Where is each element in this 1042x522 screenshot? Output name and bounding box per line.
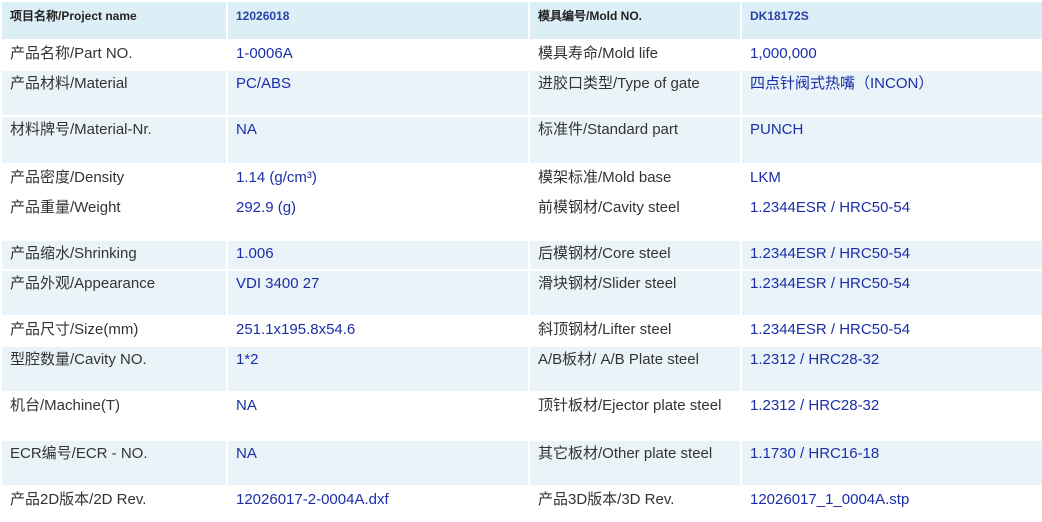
mold-spec-table: 项目名称/Project name 12026018 模具编号/Mold NO.…	[0, 0, 1042, 513]
weight-value: 292.9 (g)	[228, 195, 528, 239]
table-row: 产品缩水/Shrinking 1.006 后模钢材/Core steel 1.2…	[2, 241, 1042, 269]
mold-life-value: 1,000,000	[742, 41, 1042, 69]
table-row: 机台/Machine(T) NA 顶针板材/Ejector plate stee…	[2, 393, 1042, 439]
table-row: 产品重量/Weight 292.9 (g) 前模钢材/Cavity steel …	[2, 195, 1042, 239]
shrinking-value: 1.006	[228, 241, 528, 269]
size-value: 251.1x195.8x54.6	[228, 317, 528, 345]
cavity-steel-value: 1.2344ESR / HRC50-54	[742, 195, 1042, 239]
rev-2d-label: 产品2D版本/2D Rev.	[2, 487, 226, 511]
rev-3d-label: 产品3D版本/3D Rev.	[530, 487, 740, 511]
table-row: ECR编号/ECR - NO. NA 其它板材/Other plate stee…	[2, 441, 1042, 485]
gate-type-label: 进胶口类型/Type of gate	[530, 71, 740, 115]
appearance-value: VDI 3400 27	[228, 271, 528, 315]
table-header-row: 项目名称/Project name 12026018 模具编号/Mold NO.…	[2, 2, 1042, 39]
standard-part-value: PUNCH	[742, 117, 1042, 163]
mold-no-label: 模具编号/Mold NO.	[530, 2, 740, 39]
slider-steel-label: 滑块钢材/Slider steel	[530, 271, 740, 315]
ecr-no-value: NA	[228, 441, 528, 485]
part-no-label: 产品名称/Part NO.	[2, 41, 226, 69]
ejector-plate-steel-value: 1.2312 / HRC28-32	[742, 393, 1042, 439]
material-label: 产品材料/Material	[2, 71, 226, 115]
rev-2d-value: 12026017-2-0004A.dxf	[228, 487, 528, 511]
standard-part-label: 标准件/Standard part	[530, 117, 740, 163]
table-row: 产品名称/Part NO. 1-0006A 模具寿命/Mold life 1,0…	[2, 41, 1042, 69]
gate-type-value: 四点针阀式热嘴（INCON）	[742, 71, 1042, 115]
machine-value: NA	[228, 393, 528, 439]
table-row: 产品外观/Appearance VDI 3400 27 滑块钢材/Slider …	[2, 271, 1042, 315]
material-value: PC/ABS	[228, 71, 528, 115]
density-value: 1.14 (g/cm³)	[228, 165, 528, 193]
table-row: 型腔数量/Cavity NO. 1*2 A/B板材/ A/B Plate ste…	[2, 347, 1042, 391]
table-row: 材料牌号/Material-Nr. NA 标准件/Standard part P…	[2, 117, 1042, 163]
lifter-steel-label: 斜顶钢材/Lifter steel	[530, 317, 740, 345]
rev-3d-value: 12026017_1_0004A.stp	[742, 487, 1042, 511]
weight-label: 产品重量/Weight	[2, 195, 226, 239]
density-label: 产品密度/Density	[2, 165, 226, 193]
ecr-no-label: ECR编号/ECR - NO.	[2, 441, 226, 485]
table-row: 产品密度/Density 1.14 (g/cm³) 模架标准/Mold base…	[2, 165, 1042, 193]
mold-no-value: DK18172S	[742, 2, 1042, 39]
table-row: 产品2D版本/2D Rev. 12026017-2-0004A.dxf 产品3D…	[2, 487, 1042, 511]
ab-plate-steel-label: A/B板材/ A/B Plate steel	[530, 347, 740, 391]
part-no-value: 1-0006A	[228, 41, 528, 69]
cavity-steel-label: 前模钢材/Cavity steel	[530, 195, 740, 239]
cavity-no-label: 型腔数量/Cavity NO.	[2, 347, 226, 391]
ab-plate-steel-value: 1.2312 / HRC28-32	[742, 347, 1042, 391]
other-plate-steel-label: 其它板材/Other plate steel	[530, 441, 740, 485]
appearance-label: 产品外观/Appearance	[2, 271, 226, 315]
machine-label: 机台/Machine(T)	[2, 393, 226, 439]
project-name-value: 12026018	[228, 2, 528, 39]
material-nr-value: NA	[228, 117, 528, 163]
mold-base-value: LKM	[742, 165, 1042, 193]
other-plate-steel-value: 1.1730 / HRC16-18	[742, 441, 1042, 485]
shrinking-label: 产品缩水/Shrinking	[2, 241, 226, 269]
size-label: 产品尺寸/Size(mm)	[2, 317, 226, 345]
mold-base-label: 模架标准/Mold base	[530, 165, 740, 193]
material-nr-label: 材料牌号/Material-Nr.	[2, 117, 226, 163]
table-row: 产品材料/Material PC/ABS 进胶口类型/Type of gate …	[2, 71, 1042, 115]
lifter-steel-value: 1.2344ESR / HRC50-54	[742, 317, 1042, 345]
mold-life-label: 模具寿命/Mold life	[530, 41, 740, 69]
core-steel-value: 1.2344ESR / HRC50-54	[742, 241, 1042, 269]
cavity-no-value: 1*2	[228, 347, 528, 391]
project-name-label: 项目名称/Project name	[2, 2, 226, 39]
table-row: 产品尺寸/Size(mm) 251.1x195.8x54.6 斜顶钢材/Lift…	[2, 317, 1042, 345]
slider-steel-value: 1.2344ESR / HRC50-54	[742, 271, 1042, 315]
ejector-plate-steel-label: 顶针板材/Ejector plate steel	[530, 393, 740, 439]
core-steel-label: 后模钢材/Core steel	[530, 241, 740, 269]
